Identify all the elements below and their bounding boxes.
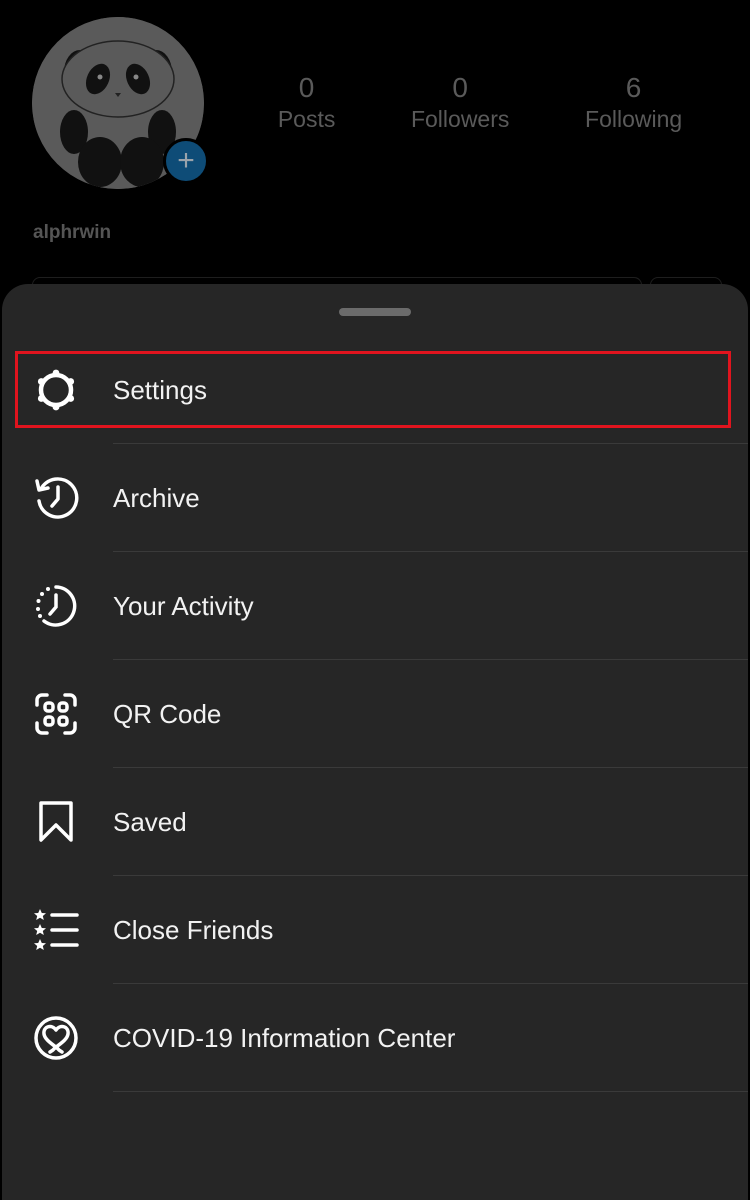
username: alphrwin [33, 222, 112, 243]
stat-following-label: Following [585, 106, 683, 132]
stat-following[interactable]: 6 Following [585, 72, 682, 134]
sheet-drag-handle[interactable] [339, 308, 411, 316]
stat-posts[interactable]: 0 Posts [278, 72, 336, 134]
gear-icon [33, 367, 79, 413]
menu-list: Settings Archive Your Activity QR Code S… [2, 336, 748, 1092]
close-friends-list-icon [33, 907, 79, 953]
menu-item-label: Settings [113, 374, 207, 405]
stat-followers-value: 0 [452, 72, 468, 103]
profile-header: + 0 Posts 0 Followers 6 Following alphrw… [0, 0, 750, 319]
divider [113, 1091, 748, 1092]
menu-item-label: Your Activity [113, 590, 254, 621]
stat-followers[interactable]: 0 Followers [411, 72, 509, 134]
menu-item-archive[interactable]: Archive [2, 444, 748, 552]
bookmark-icon [33, 799, 79, 845]
menu-item-label: Archive [113, 482, 200, 513]
menu-item-close-friends[interactable]: Close Friends [2, 876, 748, 984]
plus-icon: + [177, 144, 195, 177]
stat-posts-value: 0 [298, 72, 315, 103]
menu-item-saved[interactable]: Saved [2, 768, 748, 876]
archive-clock-icon [33, 475, 79, 521]
menu-item-settings[interactable]: Settings [2, 336, 748, 444]
menu-item-label: Saved [113, 806, 187, 837]
menu-item-your-activity[interactable]: Your Activity [2, 552, 748, 660]
stat-posts-label: Posts [277, 106, 336, 132]
menu-item-label: COVID-19 Information Center [113, 1022, 456, 1053]
menu-item-qr-code[interactable]: QR Code [2, 660, 748, 768]
stat-followers-label: Followers [410, 106, 510, 132]
profile-stats: 0 Posts 0 Followers 6 Following [240, 72, 720, 134]
qr-code-icon [33, 691, 79, 737]
add-story-button[interactable]: + [163, 138, 209, 184]
menu-item-covid-info[interactable]: COVID-19 Information Center [2, 984, 748, 1092]
stat-following-value: 6 [625, 72, 642, 103]
bottom-sheet-menu: Settings Archive Your Activity QR Code S… [2, 284, 748, 1200]
covid-heart-icon [33, 1015, 79, 1061]
menu-item-label: QR Code [113, 698, 222, 729]
menu-item-label: Close Friends [113, 914, 274, 945]
activity-clock-icon [33, 583, 79, 629]
